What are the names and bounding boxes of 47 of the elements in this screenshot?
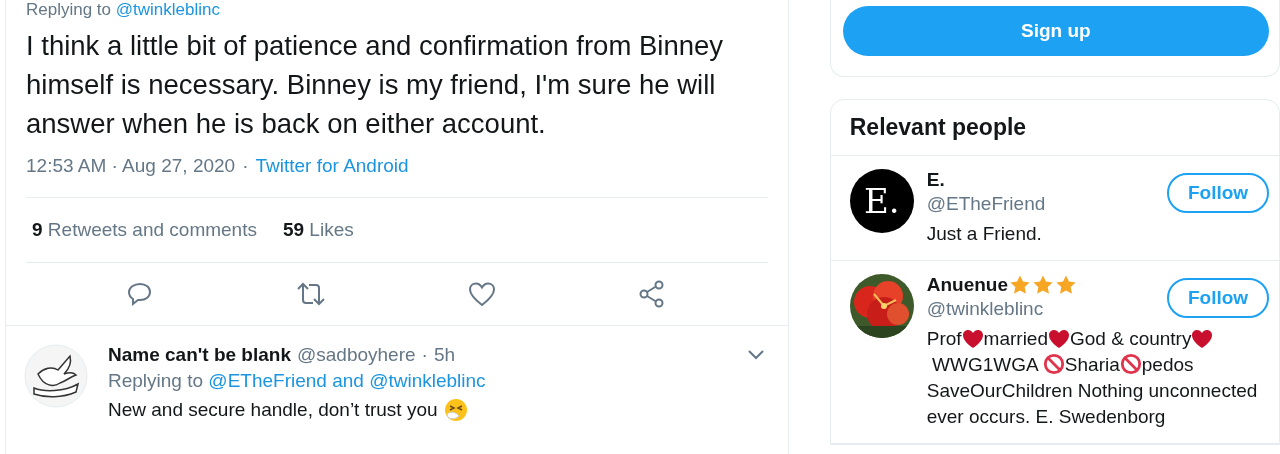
separator-dot: · [421, 344, 428, 366]
person-name: E. [926, 169, 945, 191]
heart-icon [961, 329, 984, 349]
bio-text: Just a Friend. [926, 222, 1042, 246]
bio-text: God & country [1070, 327, 1192, 351]
reply-icon[interactable] [127, 281, 154, 307]
bio-text: married [983, 327, 1048, 351]
star-icon [1009, 274, 1031, 296]
tweet-time: 12:53 AM · Aug 27, 2020 [26, 155, 236, 177]
prohibited-icon [1119, 353, 1142, 375]
bio-text: Sharia [1064, 353, 1120, 377]
retweet-icon[interactable] [295, 281, 326, 307]
bird-avatar[interactable] [24, 344, 88, 408]
chevron-down-icon[interactable] [747, 350, 764, 360]
source-link[interactable]: Twitter for Android [255, 155, 409, 177]
person-handle: @twinkleblinc [926, 298, 1045, 320]
heart-icon [1048, 329, 1070, 349]
panel-title: Relevant people [830, 100, 1279, 156]
bio-text: WWG1WGA [931, 353, 1040, 377]
mention-link[interactable]: @ETheFriend and @twinkleblinc [208, 370, 486, 391]
sneezing-face-icon [443, 398, 468, 422]
replying-line: Replying to @twinkleblinc [26, 0, 221, 20]
letter-avatar[interactable]: E. [849, 169, 914, 233]
bio-text: Prof [926, 327, 962, 351]
stat-link[interactable]: 9 Retweets and comments [32, 219, 257, 241]
tweet-text: I think a little bit of patience and confirmation from Binney himself is necessary. Binney is my friend, I'm sure he will answer when he is back on either account. [26, 29, 725, 141]
heart-icon[interactable] [468, 281, 497, 307]
author-handle: @sadboyhere [296, 344, 416, 366]
heart-icon [1191, 329, 1214, 349]
handle-link[interactable]: @twinkleblinc [115, 0, 220, 19]
person-handle: @ETheFriend [926, 193, 1047, 215]
bio-text: ever occurs. E. Swedenborg [926, 405, 1166, 429]
follow-button[interactable]: Follow [1167, 173, 1269, 213]
prohibited-icon [1042, 353, 1065, 375]
bio-text: pedos [1141, 353, 1194, 377]
reply-text: New and secure handle, don’t trust you [108, 399, 438, 421]
person-name: Anuenue [926, 274, 1008, 296]
star-icon [1032, 274, 1054, 296]
tweet-age: 5h [433, 344, 456, 366]
bio-text: SaveOurChildren Nothing unconnected [926, 379, 1258, 403]
separator-dot: · [242, 155, 249, 177]
follow-button[interactable]: Follow [1167, 278, 1269, 318]
author-name: Name can't be blank [108, 344, 291, 366]
sign-up-button[interactable]: Sign up [842, 6, 1269, 56]
replying-label: Replying to [108, 370, 204, 391]
stat-link[interactable]: 59 Likes [282, 219, 354, 241]
star-icon [1055, 274, 1077, 296]
